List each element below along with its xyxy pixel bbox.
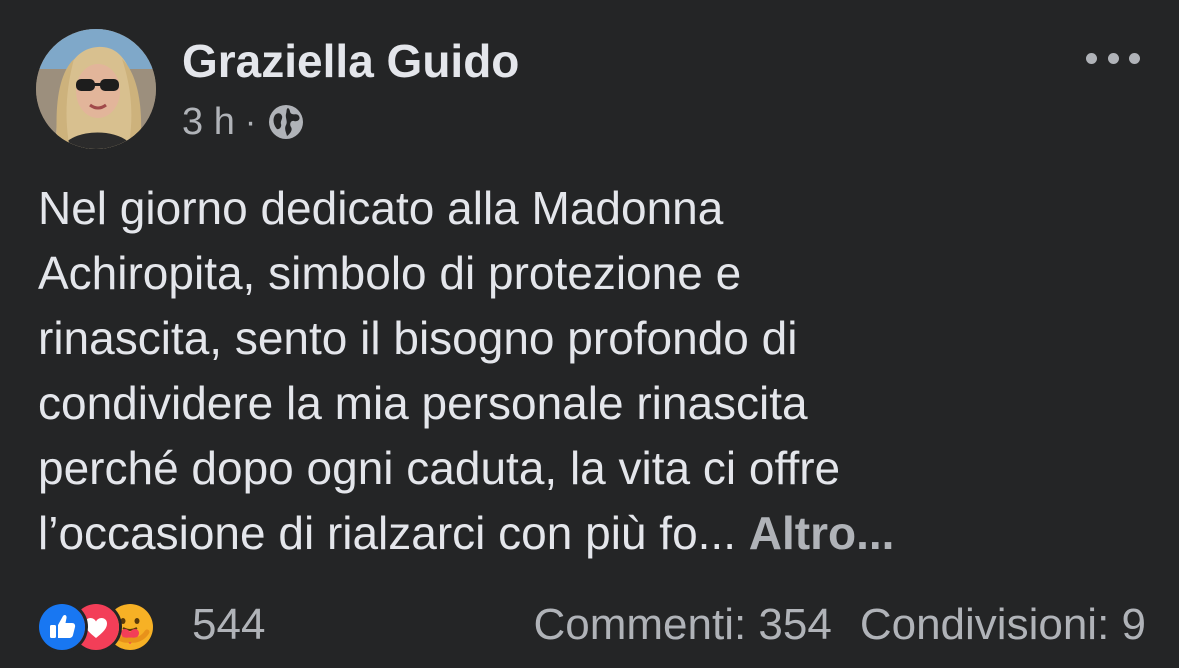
more-options-button[interactable] [1086,44,1140,72]
see-more-link[interactable]: Altro... [749,507,895,559]
reaction-count[interactable]: 544 [192,600,265,650]
shares-count[interactable]: Condivisioni: 9 [860,600,1146,650]
more-dot [1086,52,1097,64]
more-dot [1107,52,1119,64]
reactions-summary[interactable] [36,599,186,653]
avatar[interactable] [36,29,156,149]
meta-separator: · [244,102,257,141]
post-text: Nel giorno dedicato alla Madonna Achirop… [38,176,1148,566]
post-footer: 544 Commenti: 354 Condivisioni: 9 [36,596,1146,654]
like-icon [36,601,88,653]
comments-count[interactable]: Commenti: 354 [533,600,831,650]
more-dot [1129,52,1140,64]
post-text-line: condividere la mia personale rinascita [38,377,808,429]
post-text-last-line: l’occasione di rialzarci con più fo... A… [38,501,1148,566]
post-meta: 3 h · [182,100,306,144]
facebook-post: Graziella Guido 3 h · Nel giorno dedicat… [0,0,1179,668]
globe-icon[interactable] [266,102,306,142]
post-text-line: l’occasione di rialzarci con più fo... [38,507,736,559]
post-text-line: Achiropita, simbolo di protezione e [38,247,742,299]
post-text-line: perché dopo ogni caduta, la vita ci offr… [38,442,841,494]
author-name[interactable]: Graziella Guido [182,34,519,88]
post-text-line: Nel giorno dedicato alla Madonna [38,182,724,234]
post-text-line: rinascita, sento il bisogno profondo di [38,312,798,364]
post-time[interactable]: 3 h [182,101,235,144]
